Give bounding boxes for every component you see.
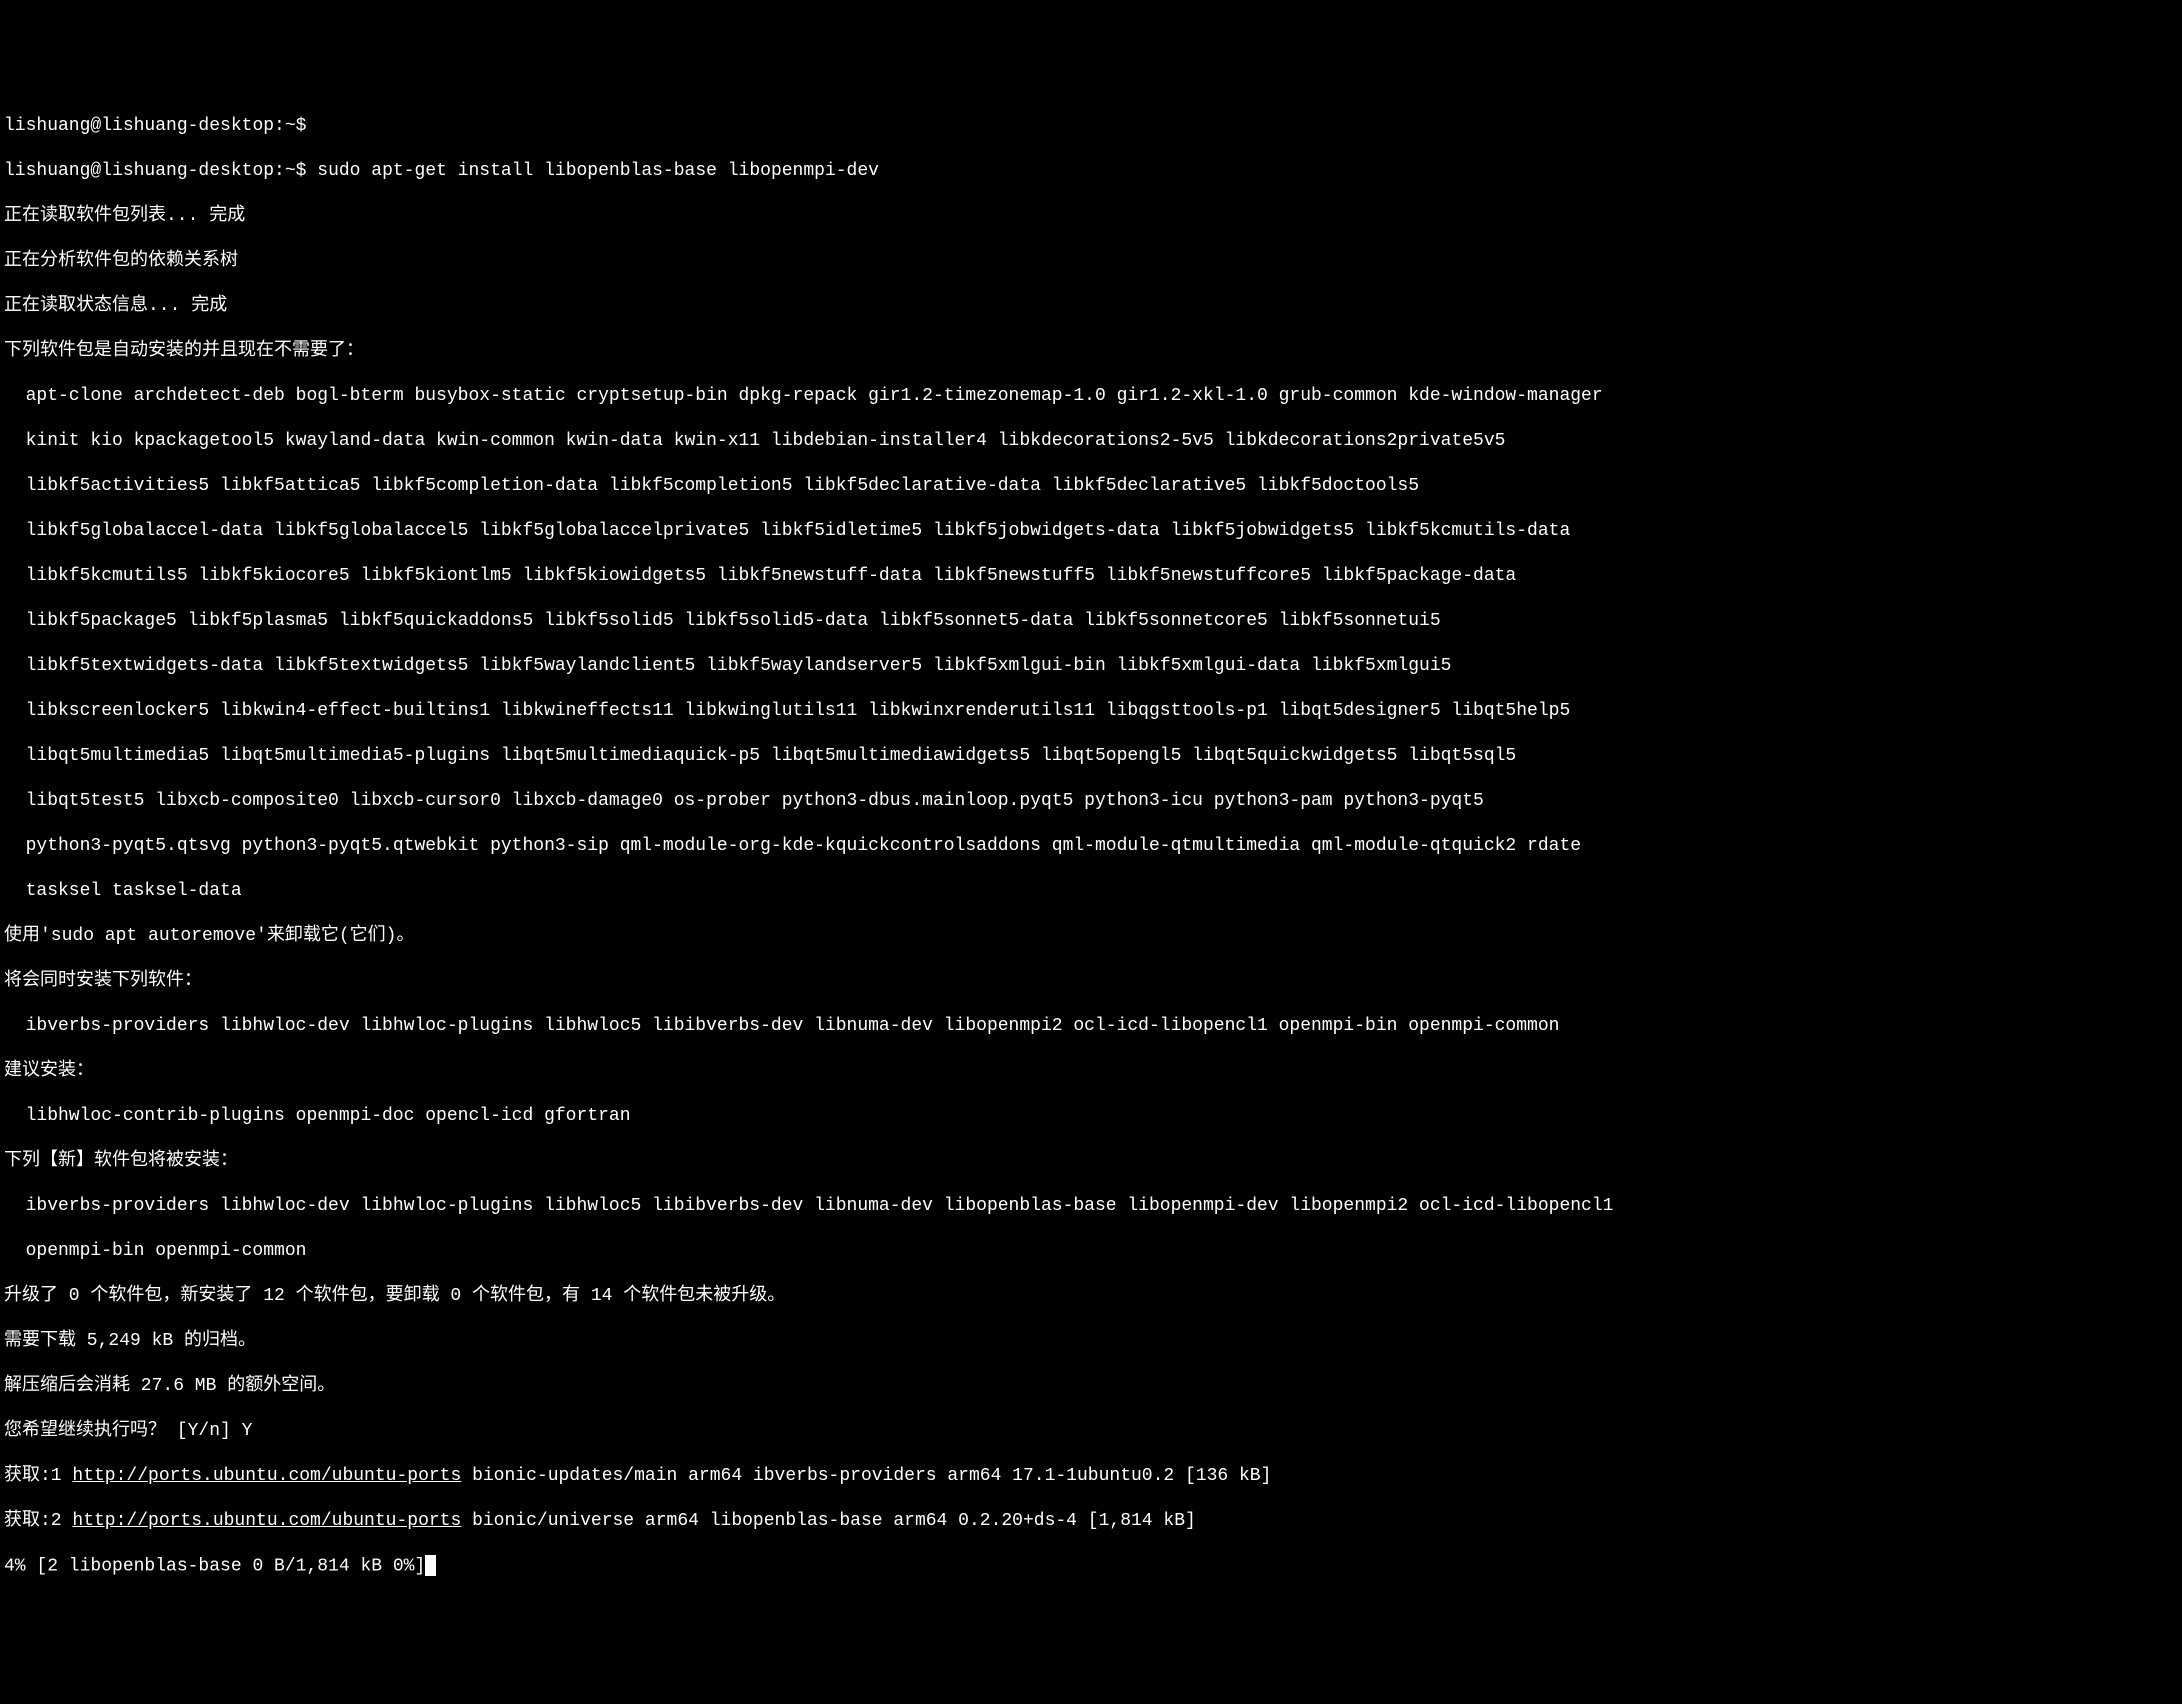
output-line: 下列软件包是自动安装的并且现在不需要了： [4, 340, 2178, 363]
output-line: 正在分析软件包的依赖关系树 [4, 250, 2178, 273]
command-line: lishuang@lishuang-desktop:~$ sudo apt-ge… [4, 160, 2178, 183]
output-line: 正在读取状态信息... 完成 [4, 295, 2178, 318]
package-list-line: apt-clone archdetect-deb bogl-bterm busy… [4, 385, 2178, 408]
download-line: 获取:2 http://ports.ubuntu.com/ubuntu-port… [4, 1510, 2178, 1533]
package-list-line: libkf5globalaccel-data libkf5globalaccel… [4, 520, 2178, 543]
output-line: 解压缩后会消耗 27.6 MB 的额外空间。 [4, 1375, 2178, 1398]
repo-url-link[interactable]: http://ports.ubuntu.com/ubuntu-ports [72, 1511, 461, 1531]
get-suffix: bionic/universe arm64 libopenblas-base a… [461, 1511, 1196, 1531]
prev-prompt: lishuang@lishuang-desktop:~$ [4, 115, 2178, 138]
package-list-line: libqt5test5 libxcb-composite0 libxcb-cur… [4, 790, 2178, 813]
output-line: 升级了 0 个软件包，新安装了 12 个软件包，要卸载 0 个软件包，有 14 … [4, 1285, 2178, 1308]
package-list-line: tasksel tasksel-data [4, 880, 2178, 903]
repo-url-link[interactable]: http://ports.ubuntu.com/ubuntu-ports [72, 1466, 461, 1486]
get-suffix: bionic-updates/main arm64 ibverbs-provid… [461, 1466, 1271, 1486]
package-list-line: openmpi-bin openmpi-common [4, 1240, 2178, 1263]
package-list-line: ibverbs-providers libhwloc-dev libhwloc-… [4, 1195, 2178, 1218]
progress-line: 4% [2 libopenblas-base 0 B/1,814 kB 0%] [4, 1555, 2178, 1578]
download-line: 获取:1 http://ports.ubuntu.com/ubuntu-port… [4, 1465, 2178, 1488]
get-prefix: 获取:1 [4, 1466, 72, 1486]
package-list-line: libkf5kcmutils5 libkf5kiocore5 libkf5kio… [4, 565, 2178, 588]
package-list-line: libhwloc-contrib-plugins openmpi-doc ope… [4, 1105, 2178, 1128]
output-line: 使用'sudo apt autoremove'来卸载它(它们)。 [4, 925, 2178, 948]
terminal-cursor [425, 1555, 436, 1577]
output-line: 建议安装： [4, 1060, 2178, 1083]
package-list-line: libkf5activities5 libkf5attica5 libkf5co… [4, 475, 2178, 498]
output-line: 下列【新】软件包将被安装： [4, 1150, 2178, 1173]
package-list-line: kinit kio kpackagetool5 kwayland-data kw… [4, 430, 2178, 453]
continue-prompt-line: 您希望继续执行吗？ [Y/n] Y [4, 1420, 2178, 1443]
progress-text: 4% [2 libopenblas-base 0 B/1,814 kB 0%] [4, 1556, 425, 1576]
package-list-line: libkscreenlocker5 libkwin4-effect-builti… [4, 700, 2178, 723]
package-list-line: libkf5package5 libkf5plasma5 libkf5quick… [4, 610, 2178, 633]
entered-command: sudo apt-get install libopenblas-base li… [317, 161, 879, 181]
get-prefix: 获取:2 [4, 1511, 72, 1531]
output-line: 需要下载 5,249 kB 的归档。 [4, 1330, 2178, 1353]
package-list-line: libkf5textwidgets-data libkf5textwidgets… [4, 655, 2178, 678]
package-list-line: libqt5multimedia5 libqt5multimedia5-plug… [4, 745, 2178, 768]
output-line: 将会同时安装下列软件： [4, 970, 2178, 993]
terminal-output[interactable]: lishuang@lishuang-desktop:~$ lishuang@li… [4, 92, 2178, 1600]
output-line: 正在读取软件包列表... 完成 [4, 205, 2178, 228]
package-list-line: ibverbs-providers libhwloc-dev libhwloc-… [4, 1015, 2178, 1038]
shell-prompt: lishuang@lishuang-desktop:~$ [4, 161, 317, 181]
package-list-line: python3-pyqt5.qtsvg python3-pyqt5.qtwebk… [4, 835, 2178, 858]
